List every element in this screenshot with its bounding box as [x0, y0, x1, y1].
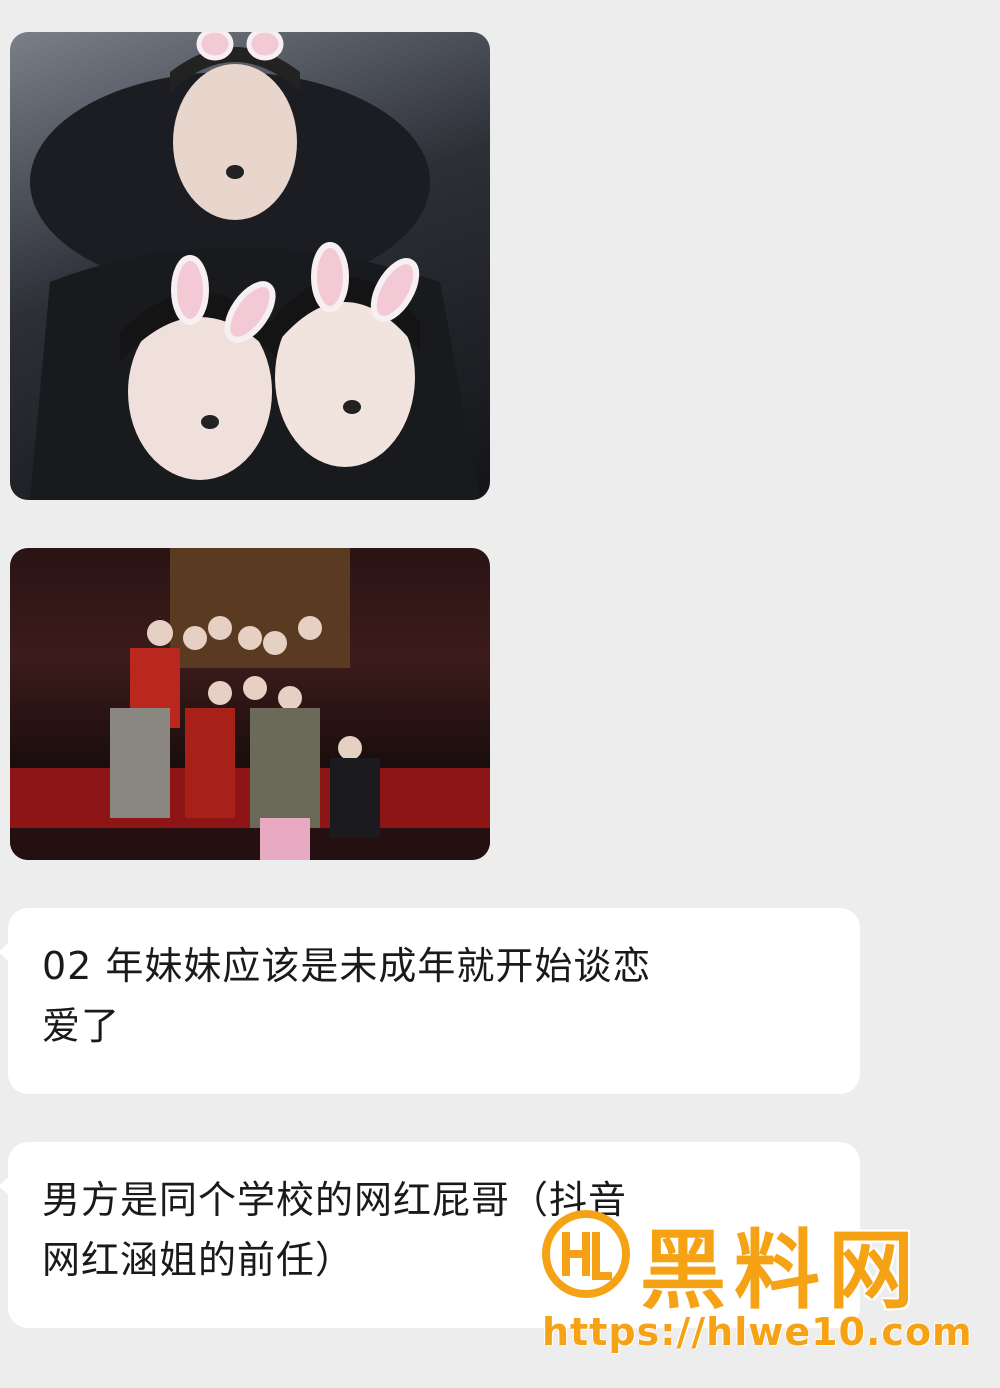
watermark-title: 黑料网 — [640, 1221, 922, 1321]
watermark-logo-icon — [542, 1210, 630, 1298]
selfie-photo-icon — [30, 32, 480, 500]
text-message-1[interactable]: 02 年妹妹应该是未成年就开始谈恋 爱了 — [0, 908, 860, 1094]
image-message-selfie[interactable] — [10, 32, 490, 500]
message-line: 爱了 — [42, 1004, 121, 1048]
group-photo-icon — [10, 548, 490, 860]
watermark-url: https://hlwe10.com — [542, 1310, 973, 1354]
chat-thread: 02 年妹妹应该是未成年就开始谈恋 爱了 男方是同个学校的网红屁哥（抖音 网红涵… — [0, 0, 1000, 1388]
watermark: 黑料网 https://hlwe10.com — [540, 1200, 980, 1370]
image-message-group[interactable] — [10, 548, 490, 860]
message-line: 02 年妹妹应该是未成年就开始谈恋 — [42, 944, 652, 988]
